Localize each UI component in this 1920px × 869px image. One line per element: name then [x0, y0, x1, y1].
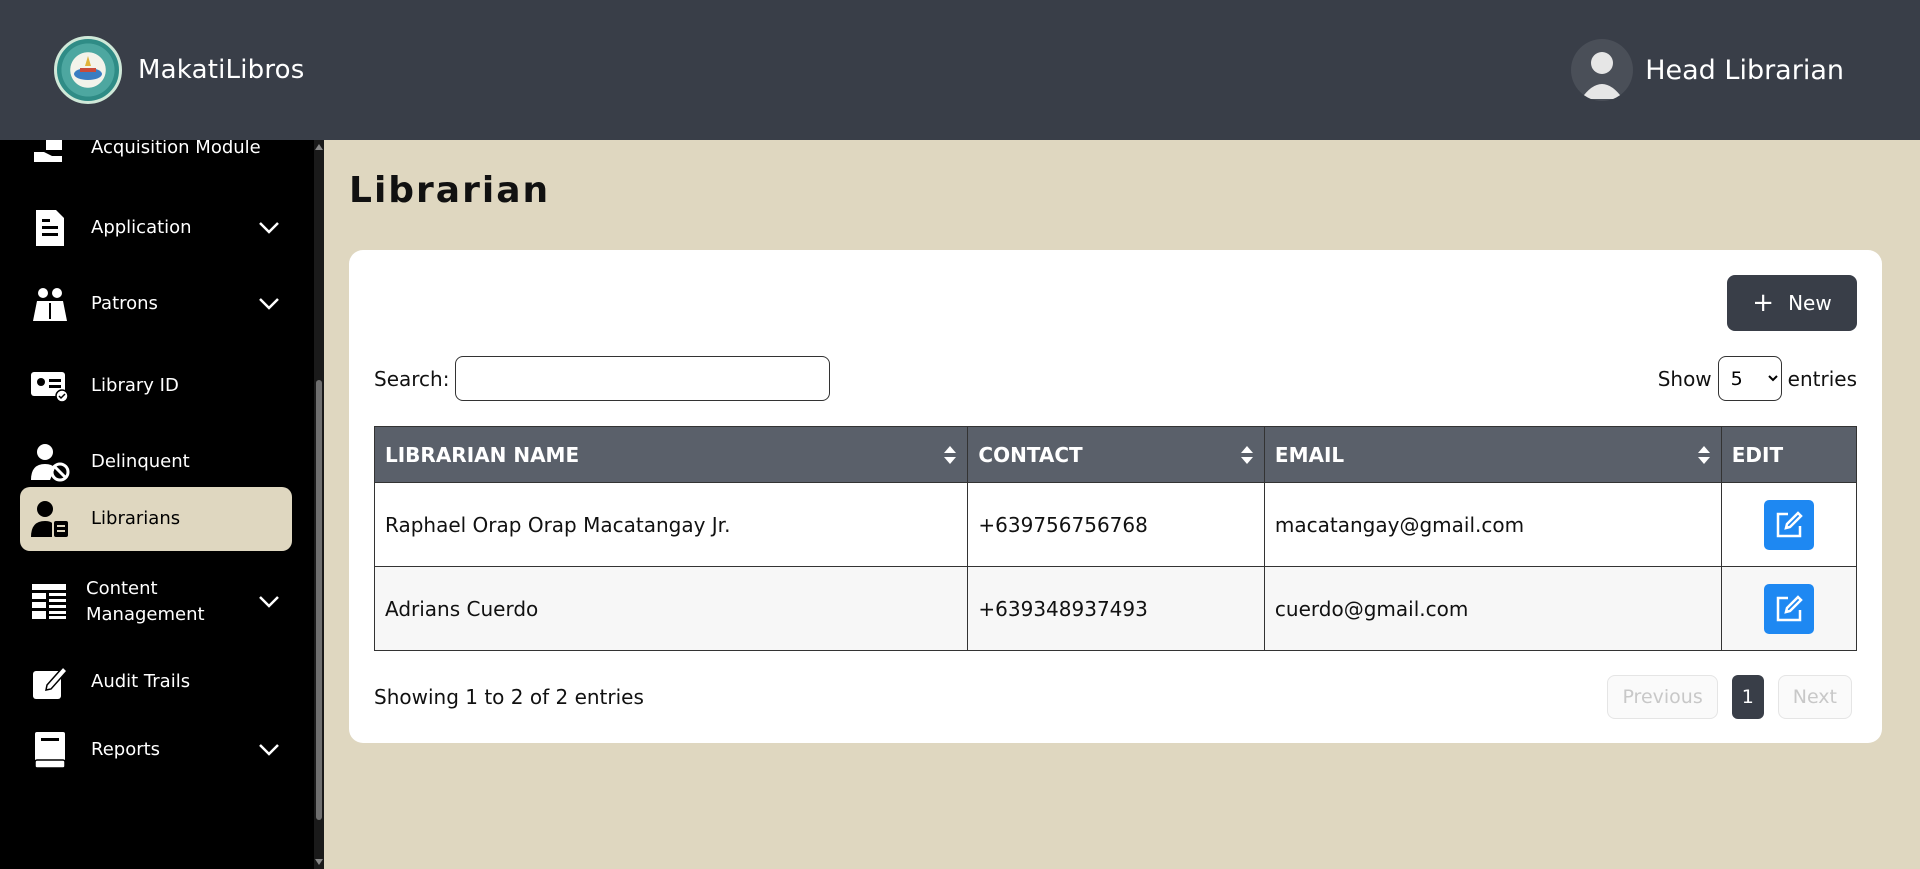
column-header-contact[interactable]: CONTACT	[967, 426, 1265, 483]
edit-note-icon	[30, 662, 70, 702]
sidebar: Acquisition Module Application Patrons L…	[0, 140, 314, 869]
top-bar: MakatiLibros Head Librarian	[0, 0, 1920, 140]
sidebar-item-application[interactable]: Application	[20, 192, 292, 264]
edit-cell	[1720, 566, 1858, 651]
new-button[interactable]: + New	[1727, 275, 1857, 331]
edit-cell	[1720, 482, 1858, 567]
librarian-name-cell: Adrians Cuerdo	[373, 566, 969, 651]
user-menu[interactable]: Head Librarian	[1571, 39, 1844, 101]
edit-icon	[1776, 594, 1803, 621]
sidebar-item-librarians[interactable]: Librarians	[20, 487, 292, 551]
chevron-down-icon	[259, 298, 279, 310]
page-title: Librarian	[349, 170, 551, 211]
chevron-down-icon	[259, 596, 279, 608]
sort-icon[interactable]	[943, 445, 957, 465]
entries-length: Show 5 entries	[1658, 356, 1857, 401]
column-header-name[interactable]: LIBRARIAN NAME	[373, 426, 969, 483]
previous-button[interactable]: Previous	[1607, 675, 1718, 719]
scroll-down-arrow-icon[interactable]	[315, 859, 323, 865]
sidebar-item-delinquent[interactable]: Delinquent	[20, 430, 292, 494]
page-1-button[interactable]: 1	[1731, 675, 1764, 719]
app-name: MakatiLibros	[138, 55, 305, 85]
sidebar-item-patrons[interactable]: Patrons	[20, 268, 292, 340]
librarian-card: + New Search: Show 5 entries LIBRARIAN N…	[349, 250, 1882, 743]
contact-cell: +639348937493	[967, 566, 1265, 651]
next-button[interactable]: Next	[1777, 675, 1852, 719]
library-logo	[54, 36, 122, 104]
sidebar-item-label: Reports	[91, 739, 161, 760]
table-row: Raphael Orap Orap Macatangay Jr. +639756…	[373, 482, 1858, 567]
sidebar-item-label: Audit Trails	[91, 671, 191, 692]
sidebar-item-reports[interactable]: Reports	[20, 714, 292, 786]
hand-box-icon	[30, 140, 70, 168]
sidebar-item-label: Librarians	[91, 508, 181, 529]
sidebar-item-label: Delinquent	[91, 451, 190, 472]
search-label: Search:	[374, 366, 450, 391]
edit-icon	[1776, 510, 1803, 537]
new-button-label: New	[1788, 291, 1832, 315]
contact-cell: +639756756768	[967, 482, 1265, 567]
librarian-name-cell: Raphael Orap Orap Macatangay Jr.	[373, 482, 969, 567]
sidebar-item-audit-trails[interactable]: Audit Trails	[20, 650, 292, 714]
sidebar-item-label: Patrons	[91, 293, 158, 314]
document-icon	[30, 208, 70, 248]
chevron-down-icon	[259, 222, 279, 234]
sidebar-item-library-id[interactable]: Library ID	[20, 354, 292, 418]
column-header-label: EDIT	[1731, 442, 1784, 467]
table-row: Adrians Cuerdo +639348937493 cuerdo@gmai…	[373, 566, 1858, 651]
column-header-label: EMAIL	[1274, 442, 1345, 467]
email-cell: macatangay@gmail.com	[1263, 482, 1722, 567]
main-content: Librarian + New Search: Show 5 entries L…	[324, 140, 1920, 869]
pagination: Previous 1 Next	[1607, 675, 1852, 719]
search-input[interactable]	[455, 356, 831, 401]
show-label: Show	[1657, 366, 1712, 391]
edit-button[interactable]	[1763, 583, 1814, 634]
entries-select[interactable]: 5	[1717, 356, 1782, 401]
sidebar-item-content-management[interactable]: Content Management	[20, 564, 292, 640]
sidebar-item-label: Acquisition Module	[91, 140, 261, 158]
column-header-edit: EDIT	[1720, 426, 1858, 483]
column-header-email[interactable]: EMAIL	[1263, 426, 1722, 483]
sidebar-scrollbar[interactable]	[314, 140, 324, 869]
sort-icon[interactable]	[1240, 445, 1254, 465]
scroll-thumb[interactable]	[316, 380, 322, 820]
sidebar-item-label: Application	[91, 217, 192, 238]
layout-icon	[30, 582, 70, 622]
scroll-up-arrow-icon[interactable]	[315, 144, 323, 150]
book-icon	[30, 730, 70, 770]
brand[interactable]: MakatiLibros	[54, 36, 305, 104]
table-header-row: LIBRARIAN NAME CONTACT EMAIL EDIT	[373, 426, 1858, 483]
sidebar-item-label: Content Management	[86, 578, 205, 625]
column-header-label: LIBRARIAN NAME	[385, 442, 580, 467]
user-ban-icon	[30, 442, 70, 482]
avatar-icon	[1571, 39, 1634, 101]
email-cell: cuerdo@gmail.com	[1263, 566, 1722, 651]
entries-label: entries	[1787, 366, 1857, 391]
sort-icon[interactable]	[1697, 445, 1711, 465]
librarian-table: LIBRARIAN NAME CONTACT EMAIL EDIT Raphae…	[373, 426, 1858, 651]
edit-button[interactable]	[1763, 499, 1814, 550]
user-name: Head Librarian	[1645, 54, 1844, 86]
id-card-icon	[30, 366, 70, 406]
table-info: Showing 1 to 2 of 2 entries	[374, 685, 644, 709]
plus-icon: +	[1752, 288, 1775, 318]
sidebar-item-acquisition[interactable]: Acquisition Module	[20, 140, 292, 174]
reader-icon	[30, 284, 70, 324]
user-badge-icon	[30, 499, 70, 539]
search-row: Search:	[374, 356, 831, 401]
sidebar-item-label: Library ID	[91, 375, 179, 396]
chevron-down-icon	[259, 744, 279, 756]
column-header-label: CONTACT	[978, 442, 1083, 467]
